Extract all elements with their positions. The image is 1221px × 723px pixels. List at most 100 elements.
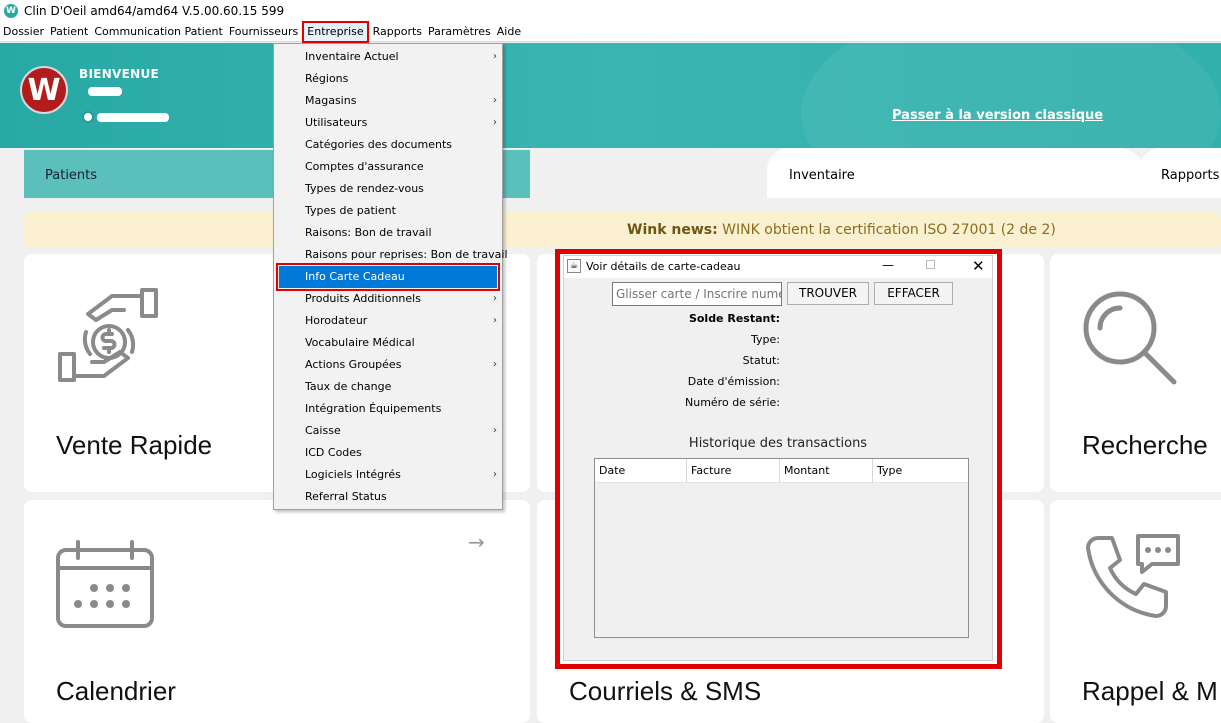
card-calendrier-title: Calendrier (56, 676, 176, 706)
card-recherche[interactable]: Recherche (1050, 254, 1221, 492)
calendar-icon (56, 540, 154, 628)
brand-logo: W (20, 66, 68, 114)
column-date[interactable]: Date (595, 459, 687, 483)
menu-item-utilisateurs[interactable]: Utilisateurs › (274, 112, 502, 134)
classic-version-link[interactable]: Passer à la version classique (892, 108, 1103, 123)
title-bar: W Clin D'Oeil amd64/amd64 V.5.00.60.15 5… (0, 0, 1221, 22)
dialog-title-bar[interactable]: ☕ Voir détails de carte-cadeau — ✕ (564, 256, 992, 278)
header-banner (0, 43, 1221, 148)
menu-item-icd-codes[interactable]: ICD Codes (274, 442, 502, 464)
menu-item-label: Info Carte Cadeau (305, 270, 405, 283)
redacted-store-name (97, 113, 169, 122)
gift-card-dialog: ☕ Voir détails de carte-cadeau — ✕ TROUV… (563, 255, 993, 661)
menu-item-taux-change[interactable]: Taux de change (274, 376, 502, 398)
submenu-arrow-icon: › (493, 117, 497, 128)
tab-rapports[interactable]: Rapports (1139, 148, 1221, 198)
card-calendrier[interactable]: Calendrier (24, 500, 530, 723)
menu-item-types-rendez-vous[interactable]: Types de rendez-vous (274, 178, 502, 200)
column-type[interactable]: Type (873, 459, 966, 483)
menu-item-raisons-bon-travail[interactable]: Raisons: Bon de travail (274, 222, 502, 244)
find-button[interactable]: TROUVER (787, 282, 869, 305)
menu-item-regions[interactable]: Régions (274, 68, 502, 90)
menu-dossier[interactable]: Dossier (0, 22, 47, 42)
card-number-input[interactable] (612, 282, 782, 306)
menu-item-integration-equipements[interactable]: Intégration Équipements (274, 398, 502, 420)
menu-communication-patient[interactable]: Communication Patient (91, 22, 226, 42)
menu-item-label: Régions (305, 72, 349, 85)
column-facture[interactable]: Facture (687, 459, 780, 483)
tab-inventaire-label: Inventaire (789, 168, 855, 183)
menu-item-magasins[interactable]: Magasins › (274, 90, 502, 112)
arrow-right-icon[interactable]: → (468, 530, 485, 554)
phone-chat-icon (1086, 534, 1180, 618)
news-message: WINK obtient la certification ISO 27001 … (717, 222, 1056, 238)
maximize-icon[interactable] (926, 260, 935, 269)
menu-item-categories-documents[interactable]: Catégories des documents (274, 134, 502, 156)
globe-icon (82, 111, 94, 123)
menu-item-label: Intégration Équipements (305, 402, 442, 415)
submenu-arrow-icon: › (493, 359, 497, 370)
menu-item-label: Catégories des documents (305, 138, 452, 151)
menu-item-logiciels-integres[interactable]: Logiciels Intégrés › (274, 464, 502, 486)
close-icon[interactable]: ✕ (972, 257, 985, 275)
news-bar[interactable]: Wink news: WINK obtient la certification… (24, 212, 1221, 248)
java-icon: ☕ (567, 259, 581, 273)
menu-entreprise[interactable]: Entreprise (302, 20, 369, 43)
card-rappel-title: Rappel & M (1082, 676, 1218, 706)
menu-item-label: Horodateur (305, 314, 368, 327)
menu-item-info-carte-cadeau[interactable]: Info Carte Cadeau (276, 263, 500, 291)
card-vente-rapide-title: Vente Rapide (56, 430, 213, 460)
menu-item-types-patient[interactable]: Types de patient (274, 200, 502, 222)
menu-parametres[interactable]: Paramètres (425, 22, 494, 42)
menu-item-vocabulaire-medical[interactable]: Vocabulaire Médical (274, 332, 502, 354)
submenu-arrow-icon: › (493, 469, 497, 480)
menu-item-actions-groupees[interactable]: Actions Groupées › (274, 354, 502, 376)
menu-item-label: Taux de change (305, 380, 392, 393)
menu-item-inventaire-actuel[interactable]: Inventaire Actuel › (274, 46, 502, 68)
menu-item-label: ICD Codes (305, 446, 362, 459)
transaction-history-title: Historique des transactions (688, 436, 868, 451)
welcome-title: BIENVENUE (79, 67, 160, 81)
redacted-user-name (88, 87, 122, 96)
submenu-arrow-icon: › (493, 425, 497, 436)
menu-item-label: Produits Additionnels (305, 292, 421, 305)
tab-rapports-label: Rapports (1161, 168, 1220, 183)
menu-item-label: Referral Status (305, 490, 387, 503)
menu-item-label: Raisons: Bon de travail (305, 226, 432, 239)
menu-patient[interactable]: Patient (47, 22, 91, 42)
menu-aide[interactable]: Aide (494, 22, 524, 42)
menu-item-label: Raisons pour reprises: Bon de travail (305, 248, 508, 261)
column-montant[interactable]: Montant (780, 459, 873, 483)
submenu-arrow-icon: › (493, 51, 497, 62)
submenu-arrow-icon: › (493, 315, 497, 326)
balance-label: Solde Restant: (688, 312, 780, 325)
entreprise-dropdown-menu: Inventaire Actuel › Régions Magasins › Uti… (273, 43, 508, 510)
dialog-title: Voir détails de carte-cadeau (586, 260, 741, 273)
menu-item-comptes-assurance[interactable]: Comptes d'assurance (274, 156, 502, 178)
menu-item-label: Logiciels Intégrés (305, 468, 401, 481)
menu-item-horodateur[interactable]: Horodateur › (274, 310, 502, 332)
clear-button[interactable]: EFFACER (874, 282, 953, 305)
card-rappel[interactable]: Rappel & M (1050, 500, 1221, 723)
card-courriels-title: Courriels & SMS (569, 676, 762, 706)
menu-item-referral-status[interactable]: Referral Status (274, 486, 502, 508)
menu-item-label: Comptes d'assurance (305, 160, 424, 173)
serial-number-label: Numéro de série: (685, 396, 780, 409)
menu-item-produits-additionnels[interactable]: Produits Additionnels › (274, 288, 502, 310)
menu-fournisseurs[interactable]: Fournisseurs (226, 22, 301, 42)
menu-item-caisse[interactable]: Caisse › (274, 420, 502, 442)
menu-rapports[interactable]: Rapports (370, 22, 425, 42)
menu-item-raisons-reprises[interactable]: Raisons pour reprises: Bon de travail (274, 244, 508, 266)
submenu-arrow-icon: › (493, 293, 497, 304)
money-hand-icon (58, 288, 158, 382)
minimize-icon[interactable]: — (882, 258, 894, 272)
type-label: Type: (751, 333, 780, 346)
menu-item-label: Types de rendez-vous (305, 182, 424, 195)
menu-item-label: Actions Groupées (305, 358, 402, 371)
card-recherche-title: Recherche (1082, 430, 1208, 460)
status-label: Statut: (742, 354, 780, 367)
table-header: Date Facture Montant Type (595, 459, 968, 483)
app-logo-icon: W (4, 4, 18, 18)
transaction-table[interactable]: Date Facture Montant Type (594, 458, 969, 638)
tab-inventaire[interactable]: Inventaire (767, 148, 1147, 198)
